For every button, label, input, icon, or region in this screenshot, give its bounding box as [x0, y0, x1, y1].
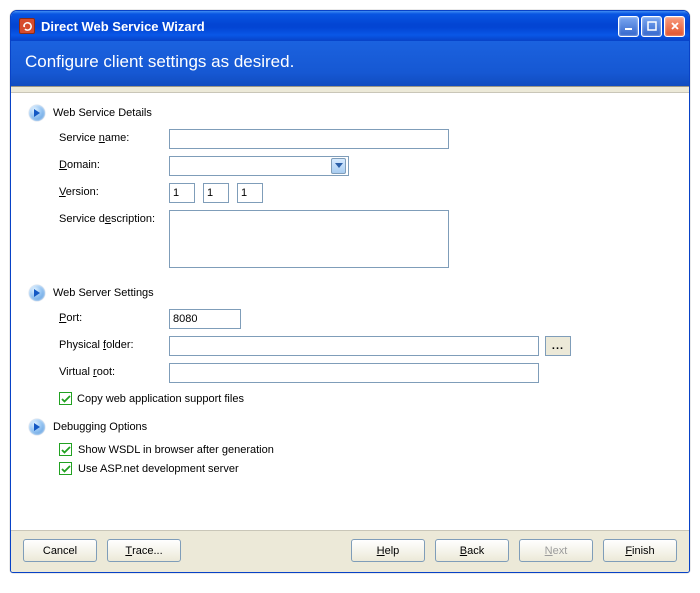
section-web-service-details: Web Service Details Service name: Domain…	[29, 105, 671, 271]
copy-files-label: Copy web application support files	[77, 393, 244, 405]
back-button[interactable]: Back	[435, 539, 509, 562]
physical-folder-input[interactable]	[169, 336, 539, 356]
use-aspnet-checkbox[interactable]	[59, 462, 72, 475]
show-wsdl-label: Show WSDL in browser after generation	[78, 444, 274, 456]
section-web-server-settings: Web Server Settings Port: Physical folde…	[29, 285, 671, 405]
version-patch-input[interactable]	[237, 183, 263, 203]
play-bullet-icon	[29, 105, 45, 121]
copy-files-checkbox[interactable]	[59, 392, 72, 405]
section-header-details: Web Service Details	[29, 105, 671, 121]
wizard-window: Direct Web Service Wizard Configure clie…	[10, 10, 690, 573]
window-title: Direct Web Service Wizard	[41, 19, 205, 34]
maximize-button[interactable]	[641, 16, 662, 37]
use-aspnet-label: Use ASP.net development server	[78, 463, 239, 475]
virtual-root-input[interactable]	[169, 363, 539, 383]
show-wsdl-checkbox[interactable]	[59, 443, 72, 456]
port-label: Port:	[59, 309, 169, 324]
service-name-label: Service name:	[59, 129, 169, 144]
domain-label: Domain:	[59, 156, 169, 171]
wizard-content: Web Service Details Service name: Domain…	[11, 93, 689, 530]
trace-button[interactable]: Trace...	[107, 539, 181, 562]
finish-button[interactable]: Finish	[603, 539, 677, 562]
wizard-header: Configure client settings as desired.	[11, 41, 689, 87]
section-header-debug: Debugging Options	[29, 419, 671, 435]
domain-select[interactable]	[169, 156, 349, 176]
port-input[interactable]	[169, 309, 241, 329]
service-name-input[interactable]	[169, 129, 449, 149]
description-input[interactable]	[169, 210, 449, 268]
app-icon	[19, 18, 35, 34]
header-title: Configure client settings as desired.	[25, 52, 294, 71]
section-debugging-options: Debugging Options Show WSDL in browser a…	[29, 419, 671, 475]
close-button[interactable]	[664, 16, 685, 37]
window-controls	[618, 16, 685, 37]
help-button[interactable]: Help	[351, 539, 425, 562]
browse-folder-button[interactable]: ...	[545, 336, 571, 356]
version-label: Version:	[59, 183, 169, 198]
cancel-button[interactable]: Cancel	[23, 539, 97, 562]
version-minor-input[interactable]	[203, 183, 229, 203]
play-bullet-icon	[29, 419, 45, 435]
play-bullet-icon	[29, 285, 45, 301]
next-button: Next	[519, 539, 593, 562]
description-label: Service description:	[59, 210, 169, 225]
physical-folder-label: Physical folder:	[59, 336, 169, 351]
version-major-input[interactable]	[169, 183, 195, 203]
title-bar: Direct Web Service Wizard	[11, 11, 689, 41]
section-header-server: Web Server Settings	[29, 285, 671, 301]
minimize-button[interactable]	[618, 16, 639, 37]
button-bar: Cancel Trace... Help Back Next Finish	[11, 530, 689, 572]
virtual-root-label: Virtual root:	[59, 363, 169, 378]
chevron-down-icon	[331, 158, 346, 174]
